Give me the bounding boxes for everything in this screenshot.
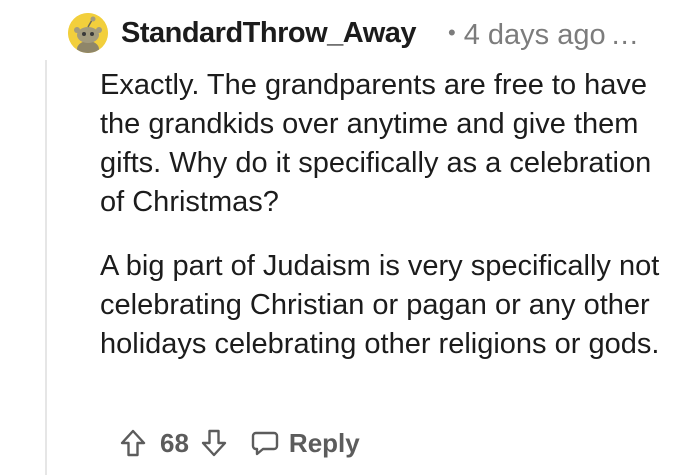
downvote-button[interactable] [199,428,229,458]
vote-score: 68 [160,427,189,458]
meta-separator: • [448,20,456,45]
comment-timestamp: 4 days ago [463,19,606,51]
comment-paragraph: A big part of Judaism is very specifical… [100,250,660,360]
snoo-avatar-icon [68,13,108,53]
reply-button[interactable]: Reply [251,428,360,459]
thread-line[interactable] [45,60,47,475]
speech-bubble-icon [251,431,279,456]
comment-meta: • 4 days ago... [448,12,639,56]
reply-label: Reply [288,427,360,458]
comment: StandardThrow_Away • 4 days ago... Exactl… [0,0,700,475]
comment-paragraph: Exactly. The grandparents are free to ha… [100,69,652,218]
comment-body: Exactly. The grandparents are free to ha… [100,66,680,364]
downvote-arrow-icon [201,429,227,457]
user-avatar[interactable] [68,13,108,53]
upvote-arrow-icon [120,429,146,457]
comment-actions: 68 Reply [118,418,360,468]
upvote-button[interactable] [118,428,148,458]
comment-author[interactable]: StandardThrow_Away [121,12,417,54]
more-options-button[interactable]: ... [612,19,639,51]
